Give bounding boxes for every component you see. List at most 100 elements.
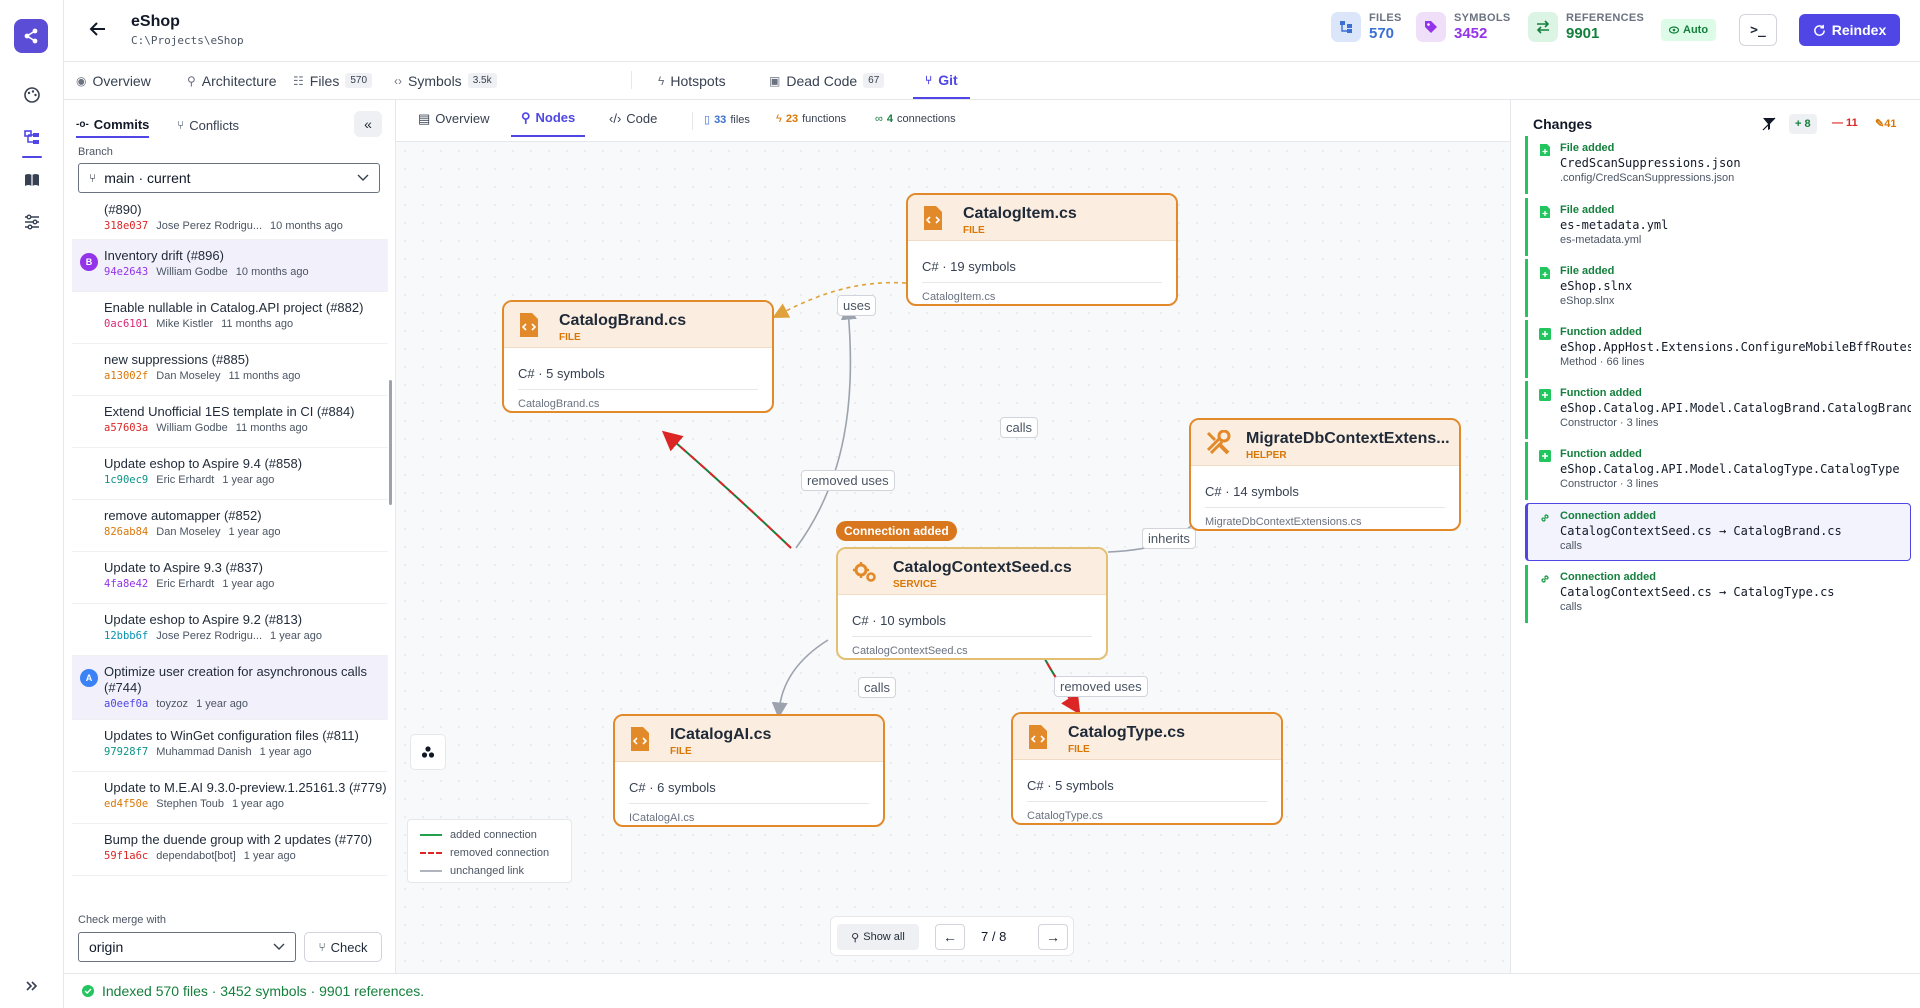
- git-branch-icon: ⑂: [89, 171, 97, 185]
- tab-git[interactable]: ⑂ Git: [913, 62, 970, 99]
- code-file-icon: [924, 206, 942, 230]
- code-icon: ‹›: [394, 73, 402, 88]
- arrow-left-icon: ←: [943, 929, 957, 945]
- commit-title: Updates to WinGet configuration files (#…: [104, 728, 359, 743]
- sliders-icon[interactable]: [16, 206, 48, 238]
- edge-label-inherits: inherits: [1142, 528, 1196, 549]
- main-tabs: ◉ Overview ⚲ Architecture ☷ Files 570 ‹› Symb…: [64, 62, 1920, 100]
- commit-row[interactable]: Updates to WinGet configuration files (#…: [72, 720, 388, 772]
- collapse-panel-button[interactable]: «: [354, 111, 382, 137]
- subtab-conflicts[interactable]: ⑂ Conflicts: [177, 112, 239, 138]
- graph-node-catalogcontextseed[interactable]: CatalogContextSeed.cs SERVICE C# · 10 sy…: [836, 547, 1108, 660]
- edge-legend: added connection removed connection unch…: [407, 819, 572, 883]
- tab-dead-code[interactable]: ▣ Dead Code 67: [769, 62, 885, 99]
- terminal-button[interactable]: >_: [1739, 14, 1777, 46]
- commit-title: Bump the duende group with 2 updates (#7…: [104, 832, 373, 847]
- changes-panel: Changes + 8 — 11 ✎41 File added CredScanS…: [1510, 100, 1920, 973]
- commit-time: 10 months ago: [270, 220, 343, 232]
- graph-node-catalogtype[interactable]: CatalogType.cs FILE C# · 5 symbols Catal…: [1011, 712, 1283, 825]
- change-item[interactable]: Function added eShop.Catalog.API.Model.Ca…: [1525, 442, 1911, 500]
- change-detail: eShop.slnx: [1560, 295, 1615, 307]
- back-arrow-icon[interactable]: [86, 17, 110, 41]
- previous-step-button[interactable]: ←: [935, 924, 965, 950]
- swap-arrows-icon: [1528, 12, 1558, 42]
- show-all-button[interactable]: ⚲ Show all: [837, 924, 919, 950]
- commit-row[interactable]: Update to M.E.AI 9.3.0-preview.1.25161.3…: [72, 772, 388, 824]
- commit-row[interactable]: (#890) 318e037 Jose Perez Rodrigu... 10 mon…: [72, 202, 388, 240]
- expand-sidebar-icon[interactable]: [16, 970, 48, 1002]
- share-logo-icon[interactable]: [14, 19, 48, 53]
- commit-row[interactable]: Enable nullable in Catalog.API project (…: [72, 292, 388, 344]
- commit-time: 11 months ago: [228, 370, 301, 382]
- merge-target-select[interactable]: origin: [78, 932, 296, 962]
- tab-symbols[interactable]: ‹› Symbols 3.5k: [394, 62, 497, 99]
- change-kind: Function added: [1560, 448, 1642, 460]
- edge-label-calls: calls: [858, 677, 897, 698]
- step-pager: ⚲ Show all ← 7 / 8 →: [830, 916, 1074, 956]
- change-detail: .config/CredScanSuppressions.json: [1560, 172, 1735, 184]
- commit-author: Muhammad Danish: [156, 746, 252, 758]
- auto-index-toggle[interactable]: Auto: [1661, 19, 1717, 41]
- refresh-icon: [1813, 24, 1825, 36]
- graph-node-icatalogai[interactable]: ICatalogAI.cs FILE C# · 6 symbols ICatal…: [613, 714, 885, 827]
- edge-label-removed-uses: removed uses: [801, 470, 895, 491]
- commit-row[interactable]: new suppressions (#885) a13002f Dan Mosele…: [72, 344, 388, 396]
- change-item[interactable]: File added eShop.slnx eShop.slnx: [1525, 259, 1911, 317]
- symbols-stat: SYMBOLS 3452: [1416, 12, 1511, 42]
- commit-row[interactable]: Update eshop to Aspire 9.2 (#813) 12bbb6f…: [72, 604, 388, 656]
- cluster-layout-button[interactable]: [410, 734, 446, 770]
- commit-sha: 4fa8e42: [104, 578, 149, 590]
- commit-list[interactable]: (#890) 318e037 Jose Perez Rodrigu... 10 mon…: [72, 202, 388, 896]
- connection-added-badge: Connection added: [836, 521, 957, 541]
- commit-sha: 826ab84: [104, 526, 149, 538]
- chevron-down-icon: [273, 943, 285, 950]
- change-detail: es-metadata.yml: [1560, 234, 1642, 246]
- commit-row[interactable]: B Inventory drift (#896) 94e2643 William Go…: [72, 240, 388, 292]
- change-item[interactable]: File added es-metadata.yml es-metadata.yml: [1525, 198, 1911, 256]
- book-icon[interactable]: [16, 164, 48, 196]
- change-detail: calls: [1560, 601, 1583, 613]
- branch-select[interactable]: ⑂ main · current: [78, 163, 380, 193]
- change-item[interactable]: Connection added CatalogContextSeed.cs → …: [1525, 503, 1911, 561]
- commit-sha: 59f1a6c: [104, 850, 149, 862]
- commit-row[interactable]: Extend Unofficial 1ES template in CI (#8…: [72, 396, 388, 448]
- graph-canvas[interactable]: ▤ Overview ⚲ Nodes ‹/› Code ▯ 33 files ϟ 23 fun…: [396, 100, 1510, 973]
- function-added-icon: [1539, 450, 1551, 462]
- status-text: Indexed 570 files · 3452 symbols · 9901 …: [102, 983, 425, 999]
- subtab-commits[interactable]: -o- Commits: [76, 112, 150, 138]
- commit-author: Dan Moseley: [156, 370, 221, 382]
- change-item[interactable]: Connection added CatalogContextSeed.cs → …: [1525, 565, 1911, 623]
- commit-sha: 97928f7: [104, 746, 149, 758]
- check-merge-button[interactable]: ⑂ Check: [304, 932, 382, 962]
- edge-label-calls: calls: [1000, 417, 1039, 438]
- commit-author: Mike Kistler: [156, 318, 214, 330]
- commit-list-scrollbar[interactable]: [389, 380, 392, 505]
- commit-row[interactable]: A Optimize user creation for asynchronous…: [72, 656, 388, 720]
- change-item[interactable]: File added CredScanSuppressions.json .conf…: [1525, 136, 1911, 194]
- commit-title: (#890): [104, 202, 142, 217]
- graph-node-catalogbrand[interactable]: CatalogBrand.cs FILE C# · 5 symbols Cata…: [502, 300, 774, 413]
- commit-author: dependabot[bot]: [156, 850, 236, 862]
- change-kind: Function added: [1560, 326, 1642, 338]
- reindex-button[interactable]: Reindex: [1799, 14, 1900, 46]
- function-added-icon: [1539, 389, 1551, 401]
- tab-hotspots[interactable]: ϟ Hotspots: [658, 62, 726, 99]
- commit-row[interactable]: remove automapper (#852) 826ab84 Dan Mosel…: [72, 500, 388, 552]
- palette-icon[interactable]: [16, 79, 48, 111]
- check-circle-icon: [82, 985, 94, 997]
- graph-node-migratedbcontextextensions[interactable]: MigrateDbContextExtens... HELPER C# · 14…: [1189, 418, 1461, 531]
- commit-row[interactable]: Update eshop to Aspire 9.4 (#858) 1c90ec9…: [72, 448, 388, 500]
- tab-architecture[interactable]: ⚲ Architecture: [187, 62, 277, 99]
- graph-node-catalogitem[interactable]: CatalogItem.cs FILE C# · 19 symbols Cata…: [906, 193, 1178, 306]
- change-detail: Constructor · 3 lines: [1560, 478, 1659, 490]
- commit-row[interactable]: Update to Aspire 9.3 (#837) 4fa8e42 Eric E…: [72, 552, 388, 604]
- next-step-button[interactable]: →: [1038, 924, 1068, 950]
- branch-label: Branch: [78, 146, 113, 158]
- change-item[interactable]: Function added eShop.Catalog.API.Model.Ca…: [1525, 381, 1911, 439]
- commit-row[interactable]: Bump the duende group with 2 updates (#7…: [72, 824, 388, 876]
- tab-files[interactable]: ☷ Files 570: [293, 62, 373, 99]
- tab-overview[interactable]: ◉ Overview: [76, 62, 151, 99]
- change-item[interactable]: Function added eShop.AppHost.Extensions.C…: [1525, 320, 1911, 378]
- filter-off-icon[interactable]: [1762, 117, 1776, 131]
- project-tree-icon[interactable]: [16, 122, 48, 158]
